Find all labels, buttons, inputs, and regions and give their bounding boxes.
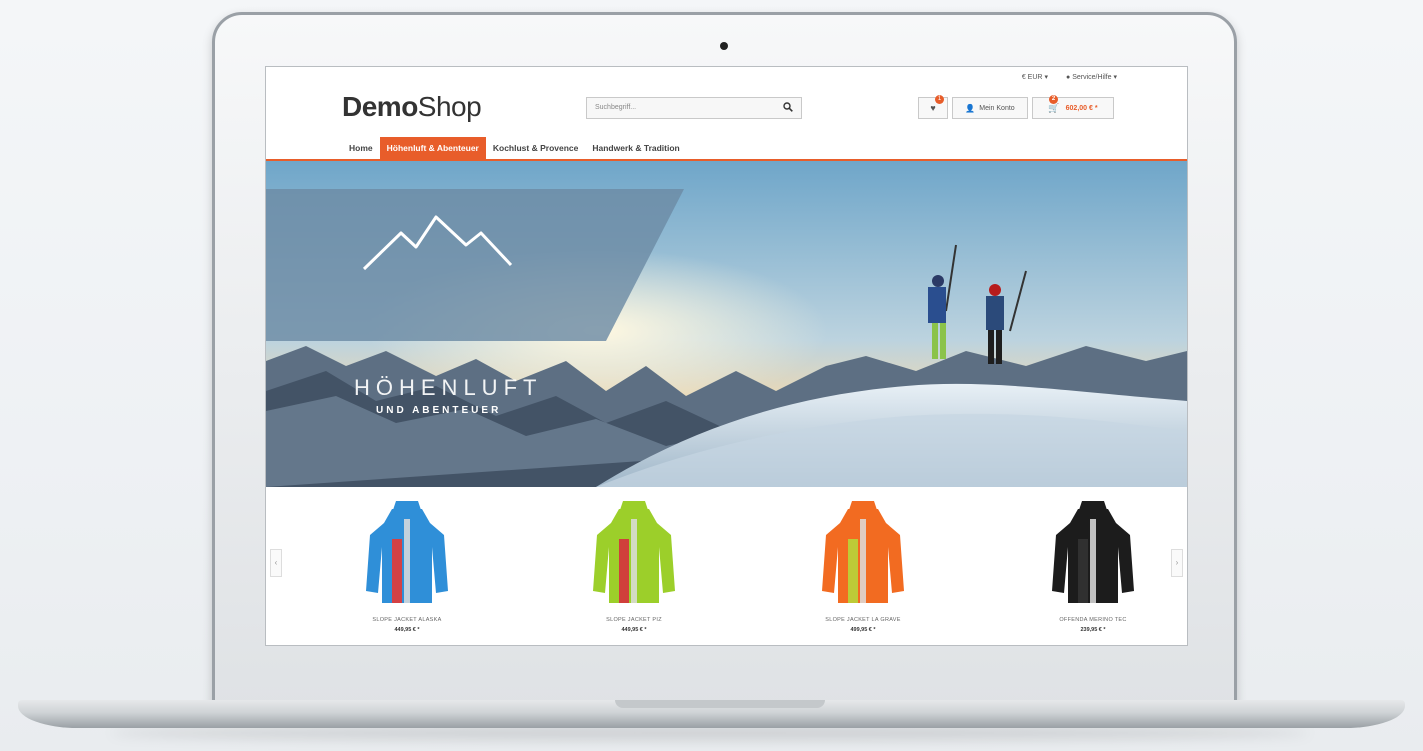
currency-switcher[interactable]: € EUR ▾ bbox=[1021, 73, 1048, 82]
product-name[interactable]: SLOPE JACKET PIZ bbox=[559, 617, 709, 623]
slider-prev-button[interactable]: ‹ bbox=[270, 549, 282, 577]
nav-item-kochlust[interactable]: Kochlust & Provence bbox=[486, 137, 586, 159]
product-price: 239,95 € * bbox=[1080, 627, 1106, 633]
product-name[interactable]: SLOPE JACKET ALASKA bbox=[332, 617, 482, 623]
product-name[interactable]: OFFENDA MERINO TEC bbox=[1018, 617, 1168, 623]
wishlist-badge: 1 bbox=[935, 95, 944, 104]
product-price: 449,95 € * bbox=[621, 627, 647, 633]
heart-icon: ♥ bbox=[930, 103, 936, 113]
meta-bar: € EUR ▾ ● Service/Hilfe ▾ bbox=[1021, 73, 1117, 82]
laptop-shadow bbox=[110, 726, 1310, 740]
search-input[interactable]: Suchbegriff... bbox=[586, 97, 802, 119]
jacket-image[interactable] bbox=[589, 499, 679, 609]
product-price: 499,95 € * bbox=[850, 627, 876, 633]
cart-total: 602,00 € * bbox=[1065, 104, 1098, 112]
cart-button[interactable]: 🛒 2 602,00 € * bbox=[1032, 95, 1114, 119]
chevron-down-icon: ▾ bbox=[1113, 74, 1117, 81]
slider-next-button[interactable]: › bbox=[1171, 549, 1183, 577]
main-navigation: Home Höhenluft & Abenteuer Kochlust & Pr… bbox=[342, 137, 687, 159]
shop-logo[interactable]: DemoShop bbox=[342, 91, 482, 123]
laptop-notch bbox=[615, 700, 825, 708]
logo-bold: Demo bbox=[342, 91, 418, 122]
product-card[interactable]: OFFENDA MERINO TEC 239,95 € * bbox=[1018, 499, 1168, 633]
hero-banner[interactable]: HÖHENLUFT UND ABENTEUER bbox=[266, 161, 1187, 487]
product-name[interactable]: SLOPE JACKET LA GRAVE bbox=[788, 617, 938, 623]
nav-item-hoehenluft[interactable]: Höhenluft & Abenteuer bbox=[379, 137, 486, 159]
help-icon: ● bbox=[1065, 73, 1071, 81]
logo-light: Shop bbox=[417, 91, 482, 122]
search-icon[interactable] bbox=[783, 102, 793, 112]
jacket-image[interactable] bbox=[362, 499, 452, 609]
cart-icon: 🛒 bbox=[1048, 102, 1060, 113]
user-icon: 👤 bbox=[965, 103, 976, 113]
service-menu[interactable]: ● Service/Hilfe ▾ bbox=[1065, 73, 1117, 82]
search-placeholder: Suchbegriff... bbox=[595, 104, 637, 111]
service-label: Service/Hilfe bbox=[1072, 73, 1112, 81]
hero-title: HÖHENLUFT bbox=[354, 375, 543, 400]
chevron-down-icon: ▾ bbox=[1044, 74, 1048, 81]
cart-badge: 2 bbox=[1049, 95, 1058, 104]
account-label: Mein Konto bbox=[979, 104, 1015, 112]
mountain-scene-image bbox=[266, 161, 1187, 487]
product-card[interactable]: SLOPE JACKET PIZ 449,95 € * bbox=[559, 499, 709, 633]
product-card[interactable]: SLOPE JACKET ALASKA 449,95 € * bbox=[332, 499, 482, 633]
product-card[interactable]: SLOPE JACKET LA GRAVE 499,95 € * bbox=[788, 499, 938, 633]
nav-item-handwerk[interactable]: Handwerk & Tradition bbox=[585, 137, 686, 159]
jacket-image[interactable] bbox=[1048, 499, 1138, 609]
nav-item-home[interactable]: Home bbox=[342, 137, 380, 159]
camera-icon bbox=[720, 42, 728, 50]
jacket-image[interactable] bbox=[818, 499, 908, 609]
wishlist-button[interactable]: ♥ 1 bbox=[918, 95, 948, 119]
currency-label: € EUR bbox=[1021, 73, 1043, 81]
account-button[interactable]: 👤 Mein Konto bbox=[952, 97, 1028, 119]
product-slider: ‹ › SLOPE JACKET ALASKA 449,95 € * SLOPE J… bbox=[266, 487, 1187, 645]
hero-subtitle: UND ABENTEUER bbox=[376, 405, 502, 416]
product-price: 449,95 € * bbox=[394, 627, 420, 633]
browser-screen: € EUR ▾ ● Service/Hilfe ▾ DemoShop Suchbegr… bbox=[265, 66, 1188, 646]
